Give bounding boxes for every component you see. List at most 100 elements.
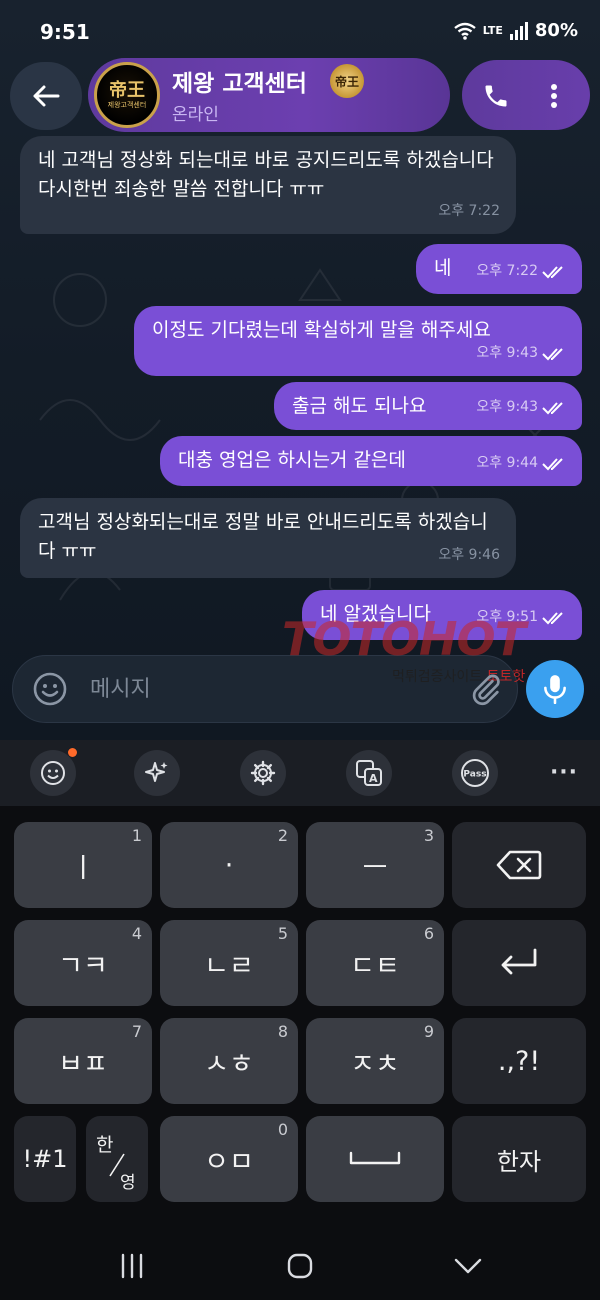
avatar-logo-subtext: 제왕고객센터: [107, 100, 147, 109]
message-bubble[interactable]: 고객님 정상화되는대로 정말 바로 안내드리도록 하겠습니다 ㅠㅠ 오후 9:4…: [20, 498, 516, 578]
sparkle-icon: [145, 762, 168, 782]
key-number: 5: [277, 924, 288, 943]
key-o-m[interactable]: ㅇㅁ 0: [160, 1116, 298, 1202]
home-icon: [287, 1253, 313, 1279]
key-d-t[interactable]: ㄷㅌ 6: [306, 920, 444, 1006]
message-time: 오후 9:43: [476, 345, 538, 361]
key-i[interactable]: ㅣ 1: [14, 822, 152, 908]
voice-record-button[interactable]: [526, 660, 584, 718]
phone-icon: [485, 85, 507, 107]
key-number: 9: [423, 1022, 434, 1041]
key-number: 8: [277, 1022, 288, 1041]
key-number: 7: [131, 1022, 142, 1041]
keyboard-toolbar: [0, 740, 600, 806]
message-bubble[interactable]: 대충 영업은 하시는거 같은데 오후 9:44: [160, 436, 582, 486]
keyboard-more-button[interactable]: ···: [544, 752, 584, 792]
key-n-r[interactable]: ㄴㄹ 5: [160, 920, 298, 1006]
punctuation-key[interactable]: .,?!: [452, 1018, 586, 1104]
key-number: 2: [277, 826, 288, 845]
message-time: 오후 9:43: [476, 399, 538, 415]
backspace-key[interactable]: [452, 822, 586, 908]
hanja-key[interactable]: 한자: [452, 1116, 586, 1202]
key-number: 6: [423, 924, 434, 943]
gear-icon: [250, 760, 276, 786]
message-text: 고객님 정상화되는대로 정말 바로 안내드리도록 하겠습니다 ㅠㅠ: [38, 511, 488, 562]
message-time: 오후 7:22: [438, 203, 500, 219]
smiley-icon: [33, 672, 67, 706]
keyboard-settings-button[interactable]: [240, 750, 286, 796]
key-s-h[interactable]: ㅅㅎ 8: [160, 1018, 298, 1104]
pass-icon: Pass: [461, 759, 489, 787]
recents-icon: [121, 1253, 143, 1279]
double-check-icon: [542, 347, 563, 360]
message-time: 오후 7:22: [476, 263, 538, 279]
key-number: 1: [131, 826, 142, 845]
watermark-logo: TOTOHOT: [282, 612, 526, 666]
backspace-icon: [496, 850, 542, 880]
key-label: ㅡ: [362, 852, 388, 884]
emoji-icon: [41, 761, 65, 785]
message-text: 출금 해도 되나요: [292, 395, 427, 417]
message-time: 오후 9:44: [476, 455, 538, 471]
key-label: ㅂㅍ: [58, 1048, 108, 1080]
status-time: 9:51: [40, 20, 90, 44]
double-check-icon: [542, 457, 563, 470]
key-b-p[interactable]: ㅂㅍ 7: [14, 1018, 152, 1104]
key-label: !#1: [22, 1145, 68, 1173]
double-check-icon: [542, 401, 563, 414]
symbols-key[interactable]: !#1: [14, 1116, 76, 1202]
keyboard-pass-button[interactable]: Pass: [452, 750, 498, 796]
key-label: ㄱㅋ: [58, 950, 108, 982]
paperclip-icon: [472, 674, 500, 706]
emoji-button[interactable]: [30, 669, 70, 709]
attach-button[interactable]: [466, 669, 506, 709]
key-number: 3: [423, 826, 434, 845]
more-dots: ···: [549, 759, 579, 785]
back-button[interactable]: [10, 62, 82, 130]
message-bubble[interactable]: 네 오후 7:22: [416, 244, 582, 294]
avatar[interactable]: 帝王 제왕고객센터: [94, 62, 160, 128]
call-button[interactable]: [474, 74, 518, 118]
language-switch-key[interactable]: 한 영: [86, 1116, 148, 1202]
key-label: ㅣ: [70, 852, 96, 884]
battery-level: 80%: [534, 20, 578, 41]
contact-name: 제왕 고객센터: [172, 71, 307, 97]
message-bubble[interactable]: 이정도 기다렸는데 확실하게 말을 해주세요 오후 9:43: [134, 306, 582, 376]
enter-icon: [501, 948, 537, 975]
more-options-button[interactable]: [534, 74, 574, 118]
space-key[interactable]: [306, 1116, 444, 1202]
key-label: ·: [224, 849, 234, 881]
key-dot[interactable]: · 2: [160, 822, 298, 908]
pass-label: Pass: [463, 770, 486, 780]
message-time: 오후 9:46: [438, 547, 500, 563]
key-label: .,?!: [497, 1045, 541, 1077]
message-text: 네 고객님 정상화 되는대로 바로 공지드리도록 하겠습니다 다시한번 죄송한 …: [38, 149, 494, 200]
home-button[interactable]: [270, 1244, 330, 1288]
message-bubble[interactable]: 네 고객님 정상화 되는대로 바로 공지드리도록 하겠습니다 다시한번 죄송한 …: [20, 136, 516, 234]
key-number: 0: [277, 1120, 288, 1139]
arrow-left-icon: [33, 85, 60, 107]
key-label: ㅅㅎ: [204, 1048, 254, 1080]
recent-apps-button[interactable]: [102, 1244, 162, 1288]
key-g-k[interactable]: ㄱㅋ 4: [14, 920, 152, 1006]
wifi-icon: [453, 22, 476, 40]
keyboard-translate-button[interactable]: A: [346, 750, 392, 796]
hide-keyboard-button[interactable]: [438, 1244, 498, 1288]
enter-key[interactable]: [452, 920, 586, 1006]
message-text: 이정도 기다렸는데 확실하게 말을 해주세요: [152, 319, 491, 341]
avatar-logo-text: 帝王: [109, 79, 145, 101]
key-j-ch[interactable]: ㅈㅊ 9: [306, 1018, 444, 1104]
key-eu[interactable]: ㅡ 3: [306, 822, 444, 908]
chevron-down-icon: [454, 1258, 482, 1274]
key-label-bottom: 영: [120, 1173, 136, 1193]
double-check-icon: [542, 265, 563, 278]
more-vertical-icon: [551, 84, 557, 108]
keyboard-ai-button[interactable]: [134, 750, 180, 796]
message-bubble[interactable]: 출금 해도 되나요 오후 9:43: [274, 382, 582, 430]
key-label: ㅇㅁ: [204, 1146, 254, 1178]
space-icon: [349, 1151, 401, 1165]
keyboard-emoji-button[interactable]: [30, 750, 76, 796]
key-number: 4: [131, 924, 142, 943]
message-text: 네: [434, 257, 452, 279]
key-label: ㄷㅌ: [350, 950, 400, 982]
